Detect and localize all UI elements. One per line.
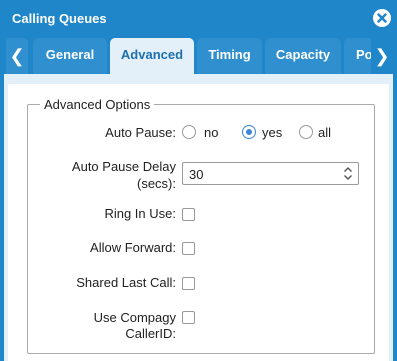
tab-capacity[interactable]: Capacity xyxy=(265,38,341,74)
use-compagy-callerid-label-line2: CallerID: xyxy=(125,326,176,341)
auto-pause-no-radio[interactable] xyxy=(182,125,196,139)
calling-queues-dialog: Calling Queues ❮ General Advanced Timing… xyxy=(0,0,397,361)
auto-pause-delay-value: 30 xyxy=(189,167,204,182)
allow-forward-checkbox[interactable] xyxy=(182,242,195,255)
tab-general[interactable]: General xyxy=(33,38,107,74)
close-icon[interactable] xyxy=(373,9,391,27)
ring-in-use-label: Ring In Use: xyxy=(104,206,176,221)
auto-pause-delay-label-unit: (secs): xyxy=(137,176,176,191)
auto-pause-yes-radio[interactable] xyxy=(242,125,256,139)
shared-last-call-label: Shared Last Call: xyxy=(76,275,176,290)
auto-pause-yes-label: yes xyxy=(262,125,283,140)
chevron-left-icon[interactable]: ❮ xyxy=(6,38,28,74)
advanced-options-legend: Advanced Options xyxy=(40,97,155,112)
auto-pause-all-label: all xyxy=(318,125,332,140)
tab-bar: ❮ General Advanced Timing Capacity Po ❯ xyxy=(0,38,397,74)
auto-pause-label: Auto Pause: xyxy=(105,125,176,140)
auto-pause-delay-input[interactable]: 30 xyxy=(182,162,359,185)
auto-pause-all-radio[interactable] xyxy=(299,125,313,139)
shared-last-call-checkbox[interactable] xyxy=(182,277,195,290)
tab-timing[interactable]: Timing xyxy=(197,38,262,74)
use-compagy-callerid-label: Use Compagy xyxy=(93,310,176,325)
auto-pause-no-label: no xyxy=(204,125,219,140)
tab-advanced[interactable]: Advanced xyxy=(110,38,194,74)
ring-in-use-checkbox[interactable] xyxy=(182,208,195,221)
auto-pause-delay-label: Auto Pause Delay xyxy=(71,159,176,174)
use-compagy-callerid-checkbox[interactable] xyxy=(182,311,195,324)
spinner-arrows-icon[interactable] xyxy=(343,166,353,181)
title-bar: Calling Queues xyxy=(0,0,397,38)
chevron-right-icon[interactable]: ❯ xyxy=(371,38,393,74)
dialog-title: Calling Queues xyxy=(12,11,107,26)
allow-forward-label: Allow Forward: xyxy=(90,240,176,255)
